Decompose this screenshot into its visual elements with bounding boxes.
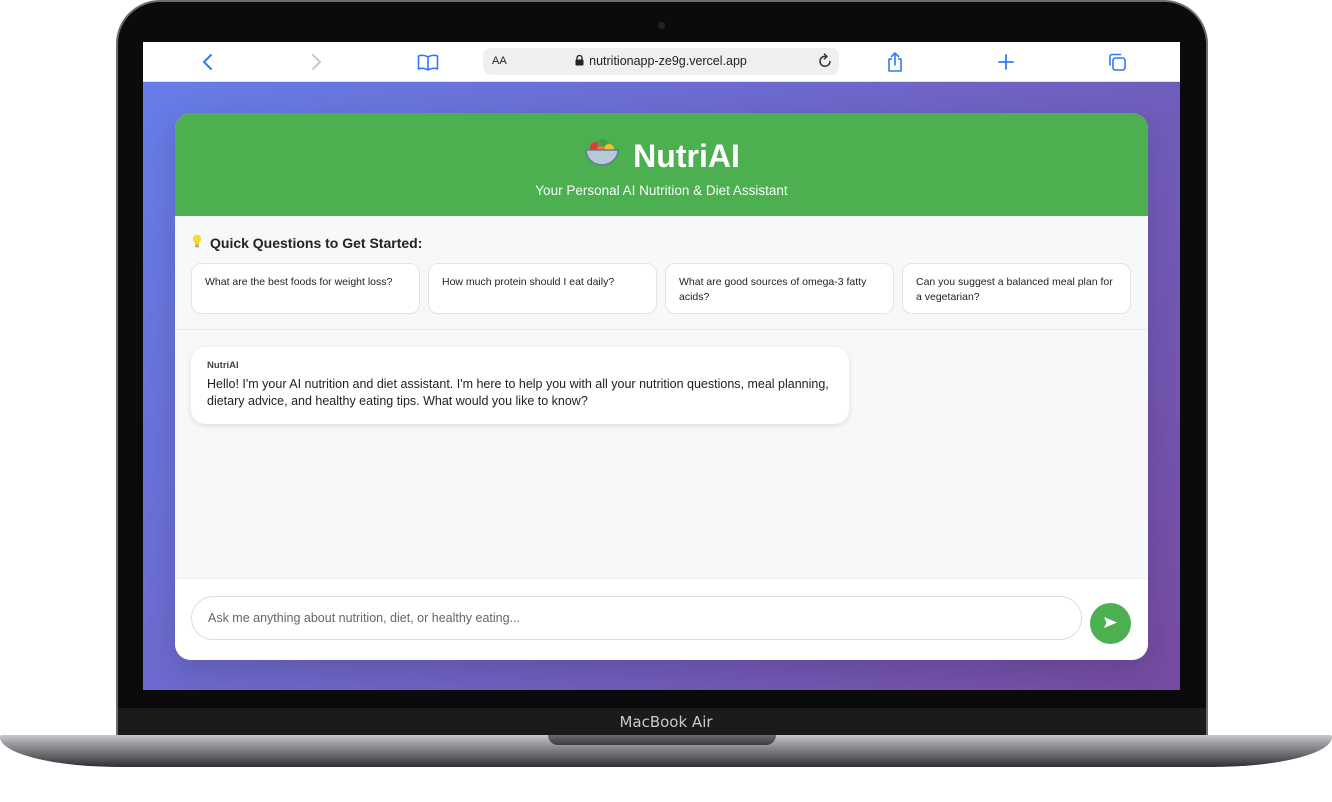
forward-chevron-icon[interactable]	[305, 50, 329, 74]
laptop-mockup: AA nutritionapp-ze9g.vercel.app NutriAI …	[0, 0, 1332, 802]
device-label: MacBook Air	[619, 713, 713, 731]
chat-messages[interactable]: NutriAI Hello! I'm your AI nutrition and…	[175, 330, 1148, 578]
reload-icon[interactable]	[816, 52, 834, 75]
message-text: Hello! I'm your AI nutrition and diet as…	[207, 377, 829, 408]
assistant-message: NutriAI Hello! I'm your AI nutrition and…	[191, 347, 849, 424]
quick-question-button[interactable]: What are good sources of omega-3 fatty a…	[665, 263, 894, 314]
quick-question-button[interactable]: How much protein should I eat daily?	[428, 263, 657, 314]
composer	[175, 578, 1148, 660]
camera	[658, 22, 665, 29]
tabs-icon[interactable]	[1105, 50, 1129, 74]
browser-toolbar: AA nutritionapp-ze9g.vercel.app	[143, 42, 1180, 82]
send-button[interactable]	[1090, 603, 1131, 644]
app-title: NutriAI	[175, 135, 1148, 177]
address-bar[interactable]: AA nutritionapp-ze9g.vercel.app	[483, 48, 839, 75]
browser-screen: AA nutritionapp-ze9g.vercel.app NutriAI …	[143, 42, 1180, 690]
share-icon[interactable]	[883, 50, 907, 74]
chat-app-card: NutriAI Your Personal AI Nutrition & Die…	[175, 113, 1148, 660]
lightbulb-icon	[192, 234, 202, 251]
app-subtitle: Your Personal AI Nutrition & Diet Assist…	[535, 183, 788, 198]
back-chevron-icon[interactable]	[195, 50, 219, 74]
chat-input[interactable]	[191, 596, 1082, 640]
app-header: NutriAI Your Personal AI Nutrition & Die…	[175, 113, 1148, 216]
salad-bowl-icon	[583, 135, 621, 177]
send-arrow-icon	[1103, 616, 1118, 632]
laptop-notch	[548, 735, 776, 745]
plus-icon[interactable]	[994, 50, 1018, 74]
app-title-text: NutriAI	[633, 137, 740, 174]
quick-question-button[interactable]: What are the best foods for weight loss?	[191, 263, 420, 314]
lock-icon	[575, 54, 584, 69]
quick-questions-title: Quick Questions to Get Started:	[192, 234, 422, 251]
quick-question-button[interactable]: Can you suggest a balanced meal plan for…	[902, 263, 1131, 314]
url-text[interactable]: nutritionapp-ze9g.vercel.app	[589, 54, 747, 68]
quick-questions-section: Quick Questions to Get Started: What are…	[175, 216, 1148, 330]
message-sender: NutriAI	[207, 360, 239, 371]
bookmarks-book-icon[interactable]	[416, 50, 440, 74]
